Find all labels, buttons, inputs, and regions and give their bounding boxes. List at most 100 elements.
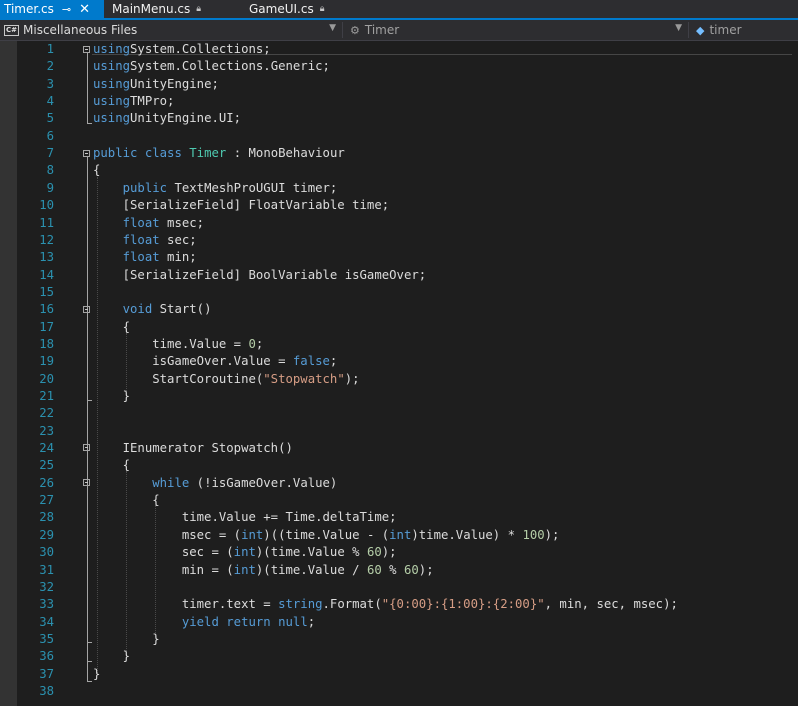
code-line[interactable]: 4 usingTMPro; <box>0 93 798 110</box>
code-token: UnityEngine; <box>130 76 219 91</box>
code-token: ; <box>329 354 338 369</box>
code-text[interactable]: } <box>93 388 130 405</box>
code-text[interactable]: } <box>93 648 130 665</box>
line-number: 5 <box>46 111 54 126</box>
code-text[interactable]: { <box>93 319 130 336</box>
code-line[interactable]: 21 } <box>0 388 798 405</box>
member-dropdown[interactable]: ◆ timer <box>690 21 798 39</box>
member-name: timer <box>709 23 742 37</box>
code-text[interactable]: float msec; <box>93 215 204 232</box>
code-line[interactable]: 5 usingUnityEngine.UI; <box>0 110 798 127</box>
code-text[interactable]: [SerializeField] FloatVariable time; <box>93 197 390 214</box>
code-text[interactable]: min = (int)(time.Value / 60 % 60); <box>93 562 434 579</box>
code-line[interactable]: 8{ <box>0 162 798 179</box>
code-line[interactable]: 18 time.Value = 0; <box>0 336 798 353</box>
line-number: 8 <box>46 163 54 178</box>
code-text[interactable]: float min; <box>93 249 197 266</box>
code-token: while <box>152 475 190 490</box>
code-line[interactable]: 20 StartCoroutine("Stopwatch"); <box>0 371 798 388</box>
code-line[interactable]: 1 usingSystem.Collections; <box>0 41 798 58</box>
code-text[interactable]: usingSystem.Collections; <box>93 41 271 58</box>
code-line[interactable]: 17 { <box>0 319 798 336</box>
code-line[interactable]: 10 [SerializeField] FloatVariable time; <box>0 197 798 214</box>
code-text[interactable]: void Start() <box>93 301 212 318</box>
code-text[interactable]: } <box>93 631 159 648</box>
code-text[interactable]: public TextMeshProUGUI timer; <box>93 180 338 197</box>
code-text[interactable]: msec = (int)((time.Value - (int)time.Val… <box>93 527 560 544</box>
code-text[interactable]: time.Value += Time.deltaTime; <box>93 509 397 526</box>
code-line[interactable]: 29 msec = (int)((time.Value - (int)time.… <box>0 527 798 544</box>
code-token: System.Collections; <box>130 42 271 56</box>
document-tab-strip: Timer.cs ⊸ ✕ MainMenu.cs 🔒︎ GameUI.cs 🔒︎ <box>0 0 798 20</box>
code-text[interactable]: usingSystem.Collections.Generic; <box>93 58 330 75</box>
code-line[interactable]: 11 float msec; <box>0 215 798 232</box>
code-line[interactable]: 36 } <box>0 648 798 665</box>
code-text[interactable]: usingUnityEngine; <box>93 76 219 93</box>
tab-mainmenu-cs[interactable]: MainMenu.cs 🔒︎ <box>108 0 218 18</box>
tab-gameui-cs[interactable]: GameUI.cs 🔒︎ <box>245 0 345 18</box>
code-line[interactable]: 30 sec = (int)(time.Value % 60); <box>0 544 798 561</box>
code-line[interactable]: 22 <box>0 405 798 422</box>
code-line[interactable]: 2 usingSystem.Collections.Generic; <box>0 58 798 75</box>
code-line[interactable]: 33 timer.text = string.Format("{0:00}:{1… <box>0 596 798 613</box>
code-text[interactable]: yield return null; <box>93 614 315 631</box>
code-line[interactable]: 25 { <box>0 457 798 474</box>
code-line[interactable]: 3 usingUnityEngine; <box>0 76 798 93</box>
code-text[interactable]: { <box>93 162 100 179</box>
code-line[interactable]: 34 yield return null; <box>0 614 798 631</box>
code-text[interactable]: usingTMPro; <box>93 93 174 110</box>
code-token: } <box>93 666 101 681</box>
code-line[interactable]: 12 float sec; <box>0 232 798 249</box>
code-text[interactable]: sec = (int)(time.Value % 60); <box>93 544 397 561</box>
code-line[interactable]: 9 public TextMeshProUGUI timer; <box>0 180 798 197</box>
code-line[interactable]: 26 while (!isGameOver.Value) <box>0 475 798 492</box>
code-line[interactable]: 37} <box>0 666 798 683</box>
code-token: Timer <box>189 146 227 161</box>
code-text[interactable]: float sec; <box>93 232 197 249</box>
type-dropdown[interactable]: ⚙ Timer ▼ <box>344 21 686 39</box>
code-token: ); <box>418 562 434 577</box>
line-number: 18 <box>39 336 54 351</box>
code-line[interactable]: 7 public class Timer : MonoBehaviour <box>0 145 798 162</box>
code-line[interactable]: 24 IEnumerator Stopwatch() <box>0 440 798 457</box>
code-text[interactable]: public class Timer : MonoBehaviour <box>93 145 345 162</box>
code-text[interactable]: time.Value = 0; <box>93 336 263 353</box>
code-text[interactable]: { <box>93 492 159 509</box>
code-line[interactable]: 16 void Start() <box>0 301 798 318</box>
code-line[interactable]: 15 <box>0 284 798 301</box>
code-token: msec = ( <box>93 527 242 542</box>
code-line[interactable]: 31 min = (int)(time.Value / 60 % 60); <box>0 562 798 579</box>
code-text[interactable]: isGameOver.Value = false; <box>93 353 337 370</box>
code-token: using <box>93 42 131 56</box>
code-line[interactable]: 19 isGameOver.Value = false; <box>0 353 798 370</box>
code-token: ; <box>255 336 264 351</box>
code-text[interactable]: usingUnityEngine.UI; <box>93 110 241 127</box>
code-text[interactable]: } <box>93 666 100 683</box>
code-line[interactable]: 27 { <box>0 492 798 509</box>
code-text[interactable]: timer.text = string.Format("{0:00}:{1:00… <box>93 596 678 613</box>
code-text[interactable]: StartCoroutine("Stopwatch"); <box>93 371 359 388</box>
code-line[interactable]: 14 [SerializeField] BoolVariable isGameO… <box>0 267 798 284</box>
code-line[interactable]: 23 <box>0 423 798 440</box>
code-text[interactable]: while (!isGameOver.Value) <box>93 475 337 492</box>
navigation-bar: C# Miscellaneous Files ▼ ⚙ Timer ▼ ◆ tim… <box>0 20 798 41</box>
project-dropdown[interactable]: C# Miscellaneous Files ▼ <box>0 21 340 39</box>
code-line[interactable]: 13 float min; <box>0 249 798 266</box>
code-text[interactable]: IEnumerator Stopwatch() <box>93 440 293 457</box>
code-line[interactable]: 32 <box>0 579 798 596</box>
code-line[interactable]: 35 } <box>0 631 798 648</box>
code-editor[interactable]: 1 usingSystem.Collections; 2 usingSystem.Co… <box>0 41 798 706</box>
code-text[interactable]: { <box>93 457 130 474</box>
code-line[interactable]: 28 time.Value += Time.deltaTime; <box>0 509 798 526</box>
code-line[interactable]: 38 <box>0 683 798 700</box>
code-token: using <box>93 94 131 109</box>
tab-timer-cs[interactable]: Timer.cs ⊸ ✕ <box>0 0 104 18</box>
code-line[interactable]: 6 <box>0 128 798 145</box>
pin-icon[interactable]: ⊸ <box>62 3 71 16</box>
code-text[interactable]: [SerializeField] BoolVariable isGameOver… <box>93 267 427 284</box>
close-icon[interactable]: ✕ <box>79 2 90 17</box>
code-token: "Stopwatch" <box>263 371 345 386</box>
